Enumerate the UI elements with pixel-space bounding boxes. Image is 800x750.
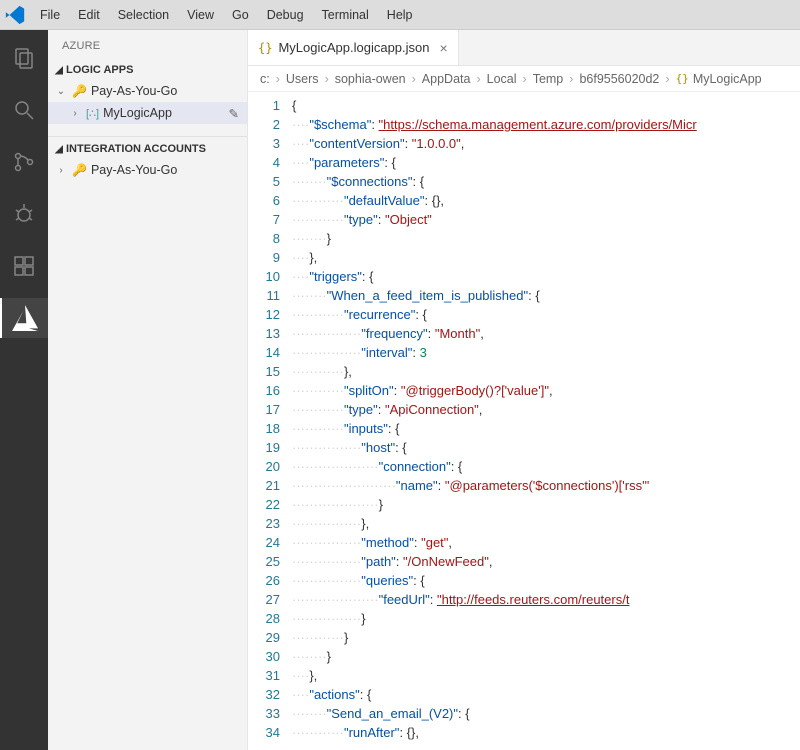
- line-number-gutter: 1234567891011121314151617181920212223242…: [248, 92, 292, 750]
- search-icon[interactable]: [0, 90, 48, 130]
- menu-view[interactable]: View: [179, 4, 222, 26]
- code-editor[interactable]: 1234567891011121314151617181920212223242…: [248, 92, 800, 750]
- menu-selection[interactable]: Selection: [110, 4, 177, 26]
- tab-label: MyLogicApp.logicapp.json: [278, 40, 429, 55]
- crumb[interactable]: b6f9556020d2: [579, 72, 659, 86]
- crumb[interactable]: sophia-owen: [335, 72, 406, 86]
- editor-group: {} MyLogicApp.logicapp.json × c: › Users ›…: [248, 30, 800, 750]
- chevron-down-icon: ⌄: [54, 86, 68, 97]
- chevron-down-icon: ◢: [52, 144, 66, 155]
- vscode-logo-icon: [4, 4, 26, 26]
- logic-apps-tree: ⌄ 🔑 Pay-As-You-Go › [∴] MyLogicApp ✎: [48, 78, 247, 126]
- code-lines[interactable]: {····"$schema": "https://schema.manageme…: [292, 92, 800, 750]
- section-label: INTEGRATION ACCOUNTS: [66, 143, 206, 155]
- menubar: File Edit Selection View Go Debug Termin…: [0, 0, 800, 30]
- chevron-right-icon: ›: [665, 72, 669, 86]
- source-control-icon[interactable]: [0, 142, 48, 182]
- extensions-icon[interactable]: [0, 246, 48, 286]
- activity-bar: [0, 30, 48, 750]
- section-integration-accounts[interactable]: ◢ INTEGRATION ACCOUNTS: [48, 136, 247, 157]
- breadcrumb[interactable]: c:› Users› sophia-owen› AppData› Local› …: [248, 66, 800, 92]
- subscription-label: Pay-As-You-Go: [91, 163, 177, 177]
- subscription-label: Pay-As-You-Go: [91, 84, 177, 98]
- section-logic-apps[interactable]: ◢ LOGIC APPS: [48, 60, 247, 78]
- menu-terminal[interactable]: Terminal: [314, 4, 377, 26]
- chevron-right-icon: ›: [54, 165, 68, 176]
- integration-tree: › 🔑 Pay-As-You-Go: [48, 157, 247, 183]
- sidebar: AZURE ◢ LOGIC APPS ⌄ 🔑 Pay-As-You-Go › […: [48, 30, 248, 750]
- json-file-icon: {}: [258, 41, 272, 55]
- chevron-right-icon: ›: [476, 72, 480, 86]
- crumb[interactable]: Temp: [533, 72, 564, 86]
- menu-edit[interactable]: Edit: [70, 4, 108, 26]
- subscription-row[interactable]: ⌄ 🔑 Pay-As-You-Go: [48, 80, 247, 102]
- key-icon: 🔑: [72, 84, 87, 98]
- json-file-icon: {}: [676, 72, 689, 85]
- chevron-right-icon: ›: [412, 72, 416, 86]
- close-icon[interactable]: ×: [440, 40, 448, 56]
- explorer-icon[interactable]: [0, 38, 48, 78]
- tab-logicapp-json[interactable]: {} MyLogicApp.logicapp.json ×: [248, 30, 459, 65]
- menu-file[interactable]: File: [32, 4, 68, 26]
- chevron-right-icon: ›: [68, 108, 82, 119]
- sidebar-title: AZURE: [48, 30, 247, 60]
- logic-app-label: MyLogicApp: [103, 106, 172, 120]
- chevron-down-icon: ◢: [52, 65, 66, 76]
- menu-debug[interactable]: Debug: [259, 4, 312, 26]
- main-area: AZURE ◢ LOGIC APPS ⌄ 🔑 Pay-As-You-Go › […: [0, 30, 800, 750]
- chevron-right-icon: ›: [523, 72, 527, 86]
- chevron-right-icon: ›: [276, 72, 280, 86]
- section-label: LOGIC APPS: [66, 64, 133, 76]
- tab-bar: {} MyLogicApp.logicapp.json ×: [248, 30, 800, 66]
- crumb[interactable]: Local: [487, 72, 517, 86]
- menu-help[interactable]: Help: [379, 4, 421, 26]
- crumb[interactable]: c:: [260, 72, 270, 86]
- logic-app-icon: [∴]: [86, 107, 99, 120]
- crumb[interactable]: MyLogicApp: [693, 72, 762, 86]
- azure-icon[interactable]: [0, 298, 48, 338]
- chevron-right-icon: ›: [569, 72, 573, 86]
- subscription-row[interactable]: › 🔑 Pay-As-You-Go: [48, 159, 247, 181]
- key-icon: 🔑: [72, 163, 87, 177]
- chevron-right-icon: ›: [325, 72, 329, 86]
- crumb[interactable]: AppData: [422, 72, 471, 86]
- menu-go[interactable]: Go: [224, 4, 257, 26]
- crumb[interactable]: Users: [286, 72, 319, 86]
- pencil-icon[interactable]: ✎: [229, 106, 239, 121]
- logic-app-row[interactable]: › [∴] MyLogicApp ✎: [48, 102, 247, 124]
- debug-icon[interactable]: [0, 194, 48, 234]
